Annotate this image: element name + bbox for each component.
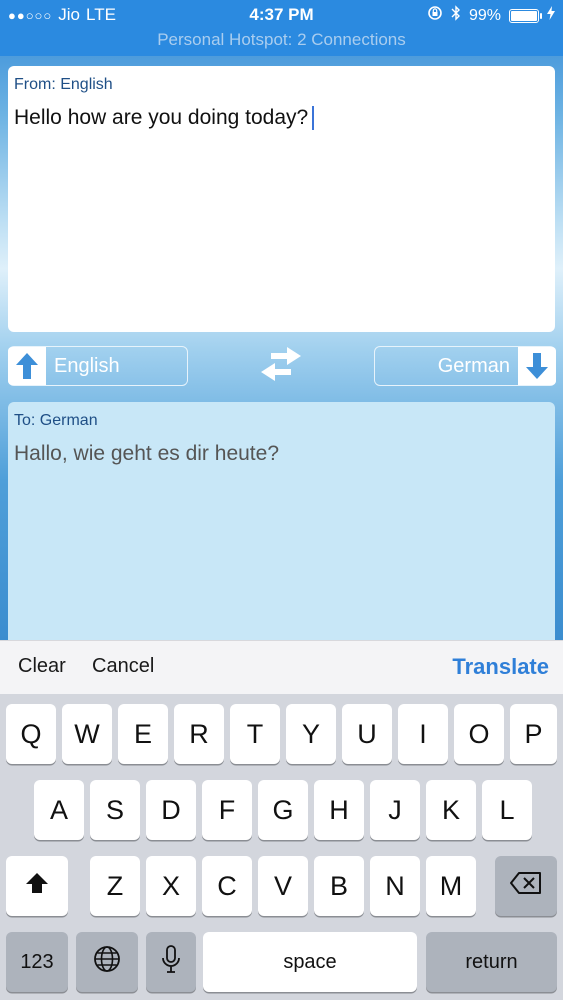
swap-languages-button[interactable] [256,346,306,386]
return-key[interactable]: return [426,932,557,992]
key-h[interactable]: H [314,780,364,840]
globe-key[interactable] [76,932,138,992]
key-v[interactable]: V [258,856,308,916]
key-p[interactable]: P [510,704,557,764]
arrow-up-icon [8,347,46,385]
arrow-down-icon [518,347,556,385]
key-k[interactable]: K [426,780,476,840]
battery-icon [509,8,542,23]
keyboard: Q W E R T Y U I O P A S D F G H J K L Z … [0,694,563,1000]
numbers-key[interactable]: 123 [6,932,68,992]
source-text-panel[interactable]: From: English Hello how are you doing to… [8,66,555,332]
translate-button[interactable]: Translate [452,654,549,680]
key-l[interactable]: L [482,780,532,840]
swap-icon [257,345,305,388]
source-text: Hello how are you doing today? [14,106,309,129]
globe-icon [93,945,121,980]
keyboard-accessory-bar: Clear Cancel Translate [0,640,563,694]
from-language-button[interactable]: English [8,346,188,386]
space-key[interactable]: space [203,932,417,992]
source-language-label: From: English [14,76,113,93]
key-c[interactable]: C [202,856,252,916]
key-q[interactable]: Q [6,704,56,764]
microphone-icon [161,944,181,981]
bluetooth-icon [451,5,461,26]
translation-panel: To: German Hallo, wie geht es dir heute? [8,402,555,640]
hotspot-banner[interactable]: Personal Hotspot: 2 Connections [0,30,563,50]
key-m[interactable]: M [426,856,476,916]
status-bar: ●●○○○ Jio LTE 4:37 PM 99% Personal Hotsp… [0,0,563,56]
key-x[interactable]: X [146,856,196,916]
key-a[interactable]: A [34,780,84,840]
clear-button[interactable]: Clear [18,655,66,678]
translated-text: Hallo, wie geht es dir heute? [14,442,279,465]
key-y[interactable]: Y [286,704,336,764]
key-e[interactable]: E [118,704,168,764]
to-language-button[interactable]: German [374,346,556,386]
key-g[interactable]: G [258,780,308,840]
status-right: 99% [427,5,555,26]
source-text-input[interactable]: Hello how are you doing today? [14,106,549,131]
to-language-name: German [437,354,510,377]
key-z[interactable]: Z [90,856,140,916]
key-w[interactable]: W [62,704,112,764]
battery-percent: 99% [468,6,501,24]
key-t[interactable]: T [230,704,280,764]
target-language-label: To: German [14,412,98,429]
key-o[interactable]: O [454,704,504,764]
key-u[interactable]: U [342,704,392,764]
key-d[interactable]: D [146,780,196,840]
key-b[interactable]: B [314,856,364,916]
from-language-name: English [54,354,120,377]
key-j[interactable]: J [370,780,420,840]
key-s[interactable]: S [90,780,140,840]
shift-icon [24,871,50,902]
key-r[interactable]: R [174,704,224,764]
rotation-lock-icon [427,5,443,26]
delete-key[interactable] [495,856,557,916]
dictation-key[interactable] [146,932,196,992]
text-caret [312,106,315,131]
key-n[interactable]: N [370,856,420,916]
charging-icon [547,6,555,25]
key-f[interactable]: F [202,780,252,840]
shift-key[interactable] [6,856,68,916]
delete-icon [509,871,543,902]
cancel-button[interactable]: Cancel [92,655,154,678]
key-i[interactable]: I [398,704,448,764]
